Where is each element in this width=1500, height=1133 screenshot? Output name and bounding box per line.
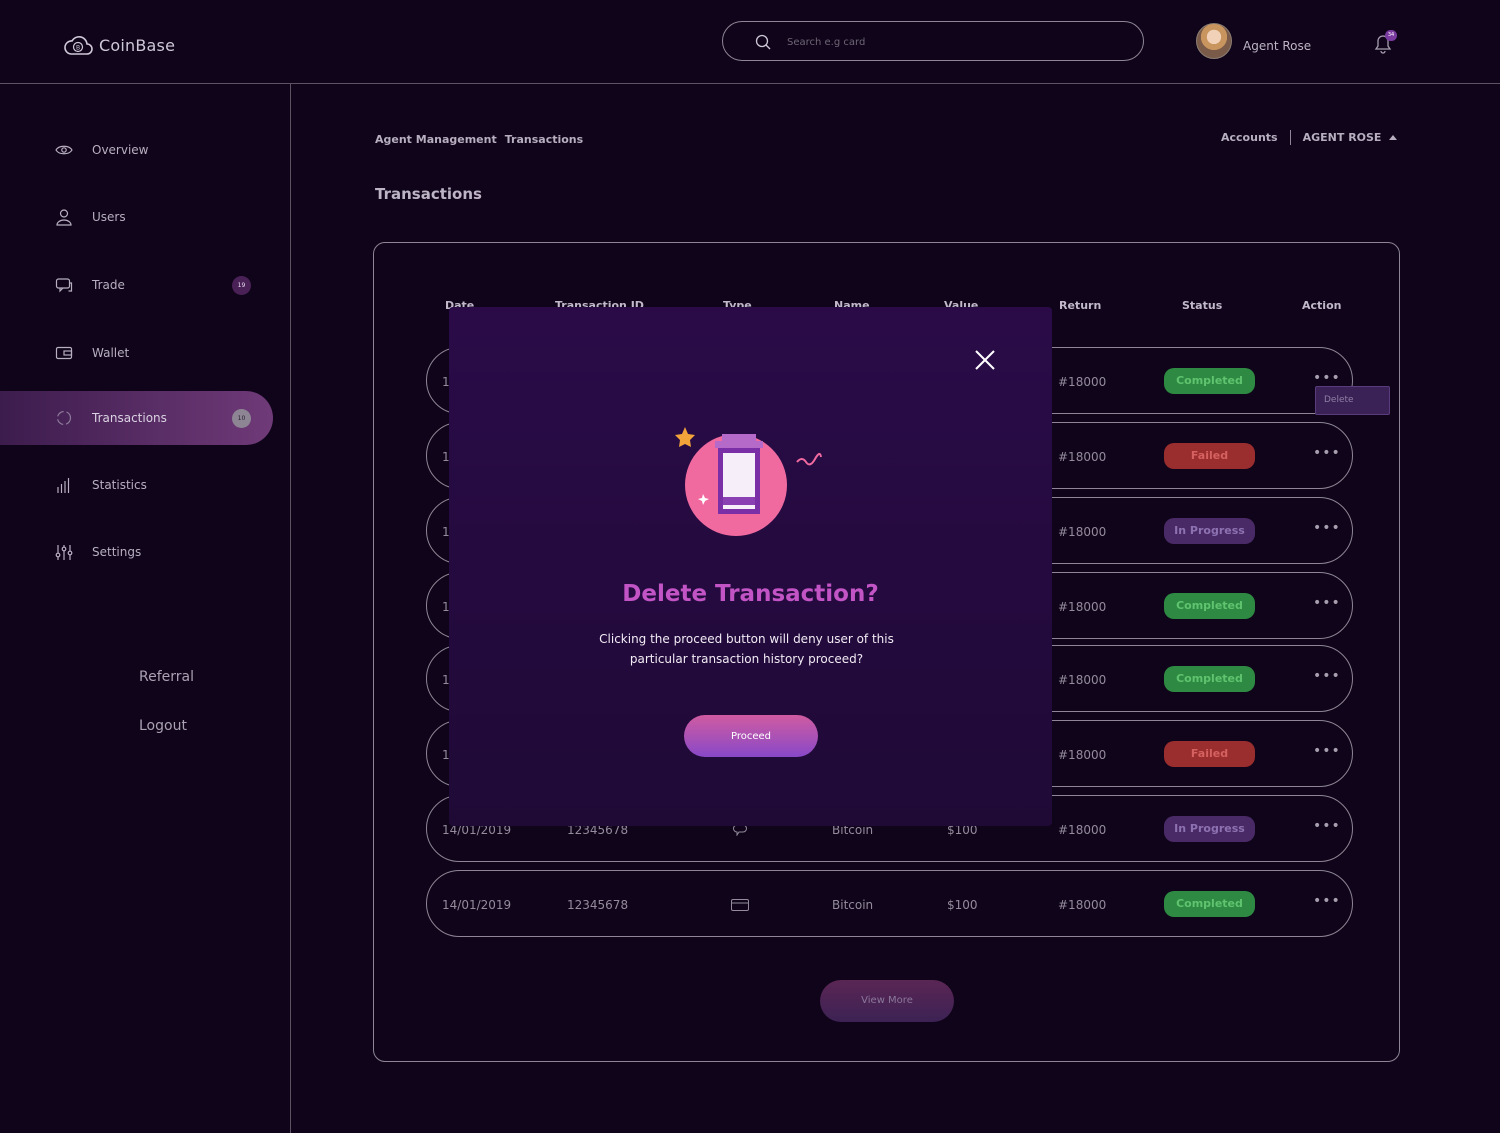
modal-title: Delete Transaction? xyxy=(622,581,879,607)
sidebar-item-transactions[interactable]: Transactions 10 xyxy=(0,391,273,445)
value-cell: $100 xyxy=(947,898,978,912)
return-cell: #18000 xyxy=(1058,748,1107,762)
user-icon xyxy=(56,209,72,226)
column-header: Status xyxy=(1182,299,1223,312)
more-options-icon[interactable]: ••• xyxy=(1313,668,1341,684)
more-options-icon[interactable]: ••• xyxy=(1313,595,1341,611)
trade-badge: 19 xyxy=(232,275,251,295)
breadcrumb-item[interactable]: Transactions xyxy=(505,133,583,146)
app-name: CoinBase xyxy=(99,35,176,55)
sidebar-item-label: Statistics xyxy=(92,478,147,492)
breadcrumb-item[interactable]: Agent Management xyxy=(375,133,497,146)
more-options-icon[interactable]: ••• xyxy=(1313,520,1341,536)
sidebar-item-settings[interactable]: Settings xyxy=(0,525,273,579)
more-options-icon[interactable]: ••• xyxy=(1313,743,1341,759)
transaction-id-cell: 12345678 xyxy=(567,898,629,912)
transactions-badge: 10 xyxy=(232,408,251,428)
search-icon xyxy=(755,34,771,50)
close-icon[interactable] xyxy=(974,349,996,371)
sidebar-item-users[interactable]: Users xyxy=(0,190,273,244)
search-bar xyxy=(722,21,1144,61)
sidebar-item-label: Overview xyxy=(92,143,149,157)
status-badge: Failed xyxy=(1164,741,1255,767)
eye-icon xyxy=(55,145,73,155)
return-cell: #18000 xyxy=(1058,823,1107,837)
name-cell: Bitcoin xyxy=(832,898,874,912)
more-options-icon[interactable]: ••• xyxy=(1313,893,1341,909)
svg-text:B: B xyxy=(76,45,80,52)
status-badge: Completed xyxy=(1164,891,1255,917)
return-cell: #18000 xyxy=(1058,673,1107,687)
logout-link[interactable]: Logout xyxy=(139,718,187,734)
return-cell: #18000 xyxy=(1058,898,1107,912)
breadcrumb: Agent Management Transactions xyxy=(375,133,583,146)
delete-modal: Delete Transaction? Clicking the proceed… xyxy=(449,307,1052,826)
status-badge: Completed xyxy=(1164,593,1255,619)
status-badge: Completed xyxy=(1164,368,1255,394)
more-options-icon[interactable]: ••• xyxy=(1313,818,1341,834)
delete-menu-item[interactable]: Delete xyxy=(1315,386,1390,415)
caret-up-icon[interactable] xyxy=(1389,135,1398,140)
status-badge: In Progress xyxy=(1164,518,1255,544)
trash-illustration-icon xyxy=(675,427,822,536)
return-cell: #18000 xyxy=(1058,525,1107,539)
status-badge: In Progress xyxy=(1164,816,1255,842)
accounts-link[interactable]: Accounts xyxy=(1221,131,1278,144)
status-badge: Completed xyxy=(1164,666,1255,692)
cloud-coin-icon: B xyxy=(64,36,93,55)
sliders-icon xyxy=(55,545,73,560)
sidebar-item-trade[interactable]: Trade 19 xyxy=(0,258,273,312)
search-input[interactable] xyxy=(787,32,1107,52)
status-badge: Failed xyxy=(1164,443,1255,469)
more-options-icon[interactable]: ••• xyxy=(1313,370,1341,386)
sidebar-item-label: Trade xyxy=(92,278,125,292)
sidebar-item-label: Transactions xyxy=(92,411,167,425)
sidebar-item-label: Users xyxy=(92,210,126,224)
column-header: Return xyxy=(1059,299,1102,312)
return-cell: #18000 xyxy=(1058,600,1107,614)
column-header: Action xyxy=(1302,299,1342,312)
circle-icon xyxy=(56,410,72,426)
divider xyxy=(1289,130,1291,145)
table-row[interactable]: 14/01/2019 12345678 Bitcoin $100 #18000 Compl… xyxy=(426,870,1353,937)
proceed-button[interactable]: Proceed xyxy=(684,715,818,757)
agent-dropdown[interactable]: AGENT ROSE xyxy=(1303,131,1382,144)
sidebar-item-label: Settings xyxy=(92,545,142,559)
return-cell: #18000 xyxy=(1058,375,1107,389)
user-name[interactable]: Agent Rose xyxy=(1243,39,1311,53)
bars-icon xyxy=(57,478,70,493)
modal-message: Clicking the proceed button will deny us… xyxy=(599,632,894,666)
wallet-icon xyxy=(55,346,73,360)
sidebar-item-label: Wallet xyxy=(92,346,130,360)
date-cell: 14/01/2019 xyxy=(442,898,512,912)
logo[interactable]: B CoinBase xyxy=(63,32,175,58)
page-title: Transactions xyxy=(375,185,482,203)
view-more-button[interactable]: View More xyxy=(820,980,954,1022)
avatar[interactable] xyxy=(1196,23,1232,59)
return-cell: #18000 xyxy=(1058,450,1107,464)
account-switcher: Accounts AGENT ROSE xyxy=(1221,130,1398,145)
sidebar-item-statistics[interactable]: Statistics xyxy=(0,458,273,512)
referral-link[interactable]: Referral xyxy=(139,669,194,685)
top-bar: B CoinBase Agent Rose 34 xyxy=(0,0,1500,84)
chat-icon xyxy=(55,278,73,293)
sidebar-item-wallet[interactable]: Wallet xyxy=(0,326,273,380)
sidebar-item-overview[interactable]: Overview xyxy=(0,123,273,177)
sidebar: Overview Users Trade 19 Wallet Transacti… xyxy=(0,84,291,1133)
notification-badge: 34 xyxy=(1385,30,1397,41)
card-icon xyxy=(731,899,749,911)
more-options-icon[interactable]: ••• xyxy=(1313,445,1341,461)
